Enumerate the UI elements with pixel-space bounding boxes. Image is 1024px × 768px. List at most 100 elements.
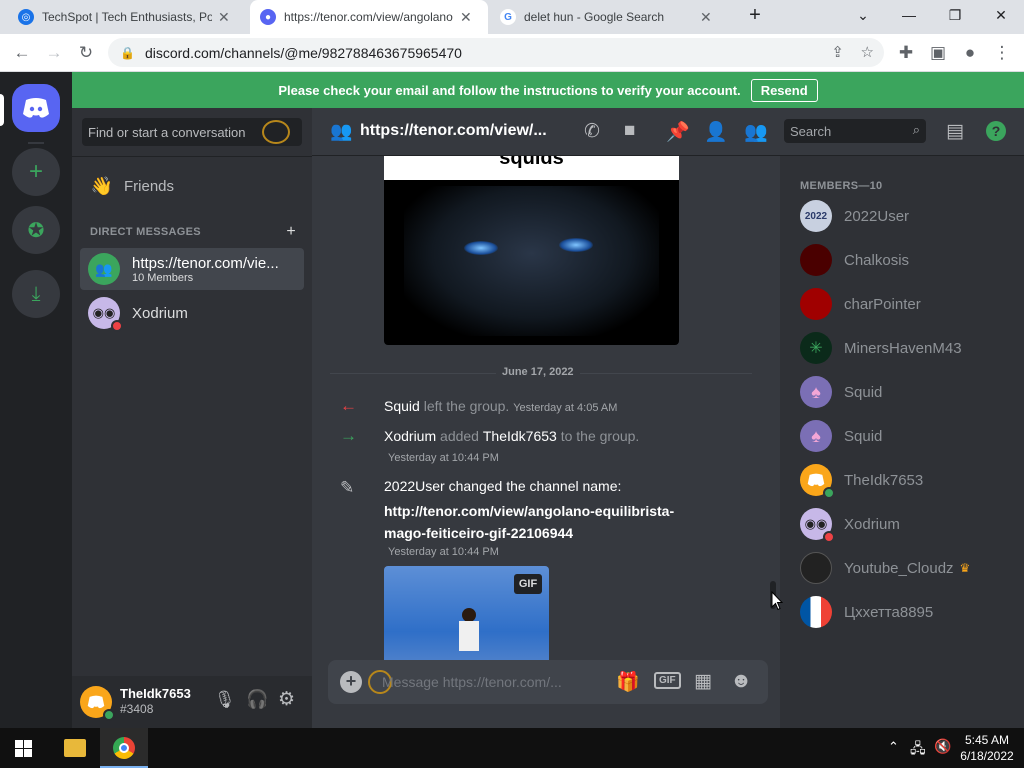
browser-tab-tenor[interactable]: ● https://tenor.com/view/angolano ✕ — [250, 0, 488, 34]
member-item[interactable]: Цхxетта8895 — [800, 592, 933, 632]
mouse-cursor-icon — [771, 591, 783, 611]
member-name: charPointer — [844, 295, 921, 313]
banner-text: Please check your email and follow the i… — [278, 82, 741, 98]
discord-home-button[interactable] — [12, 84, 60, 132]
chat-messages: squids June 17, 2022 ← Squid left the gr… — [312, 156, 780, 728]
volume-muted-icon[interactable]: 🔇 — [934, 738, 951, 755]
address-bar[interactable]: 🔒 discord.com/channels/@me/9827884636759… — [108, 38, 884, 67]
member-list: MEMBERS—10 2022 2022User Chalkosis charP… — [780, 156, 1024, 728]
windows-start-icon[interactable] — [15, 740, 32, 757]
browser-tab-google[interactable]: G delet hun - Google Search ✕ — [490, 0, 728, 34]
user-settings-gear-icon[interactable]: ⚙ — [278, 688, 295, 711]
link-line: mago-feiticeiro-gif-22106944 — [384, 525, 574, 541]
message-composer: + Message https://tenor.com/... 🎁 GIF ▦ … — [328, 660, 768, 704]
bookmark-star-icon[interactable]: ☆ — [861, 43, 874, 61]
sticker-icon[interactable]: ▦ — [694, 670, 712, 693]
group-avatar-icon: 👥 — [88, 253, 120, 285]
start-video-call-icon[interactable]: ■ — [624, 120, 635, 142]
actor-name[interactable]: Xodrium — [384, 428, 436, 444]
member-item[interactable]: TheIdk7653 — [800, 460, 923, 500]
explore-compass-icon[interactable]: ✪ — [12, 206, 60, 254]
selected-pill — [0, 94, 4, 126]
minimize-button[interactable]: — — [886, 0, 932, 30]
actor-name[interactable]: Squid — [384, 398, 420, 414]
close-tab-icon[interactable]: ✕ — [218, 9, 230, 26]
create-dm-plus-icon[interactable]: + — [286, 223, 296, 241]
gift-icon[interactable]: 🎁 — [616, 670, 640, 694]
person-body-image — [459, 621, 479, 651]
file-explorer-icon[interactable] — [64, 739, 86, 757]
forward-button[interactable]: → — [40, 40, 68, 66]
dm-member-count: 10 Members — [132, 271, 194, 284]
joined-arrow-icon: → — [340, 426, 357, 445]
upload-plus-icon[interactable]: + — [340, 671, 362, 693]
add-server-button[interactable]: + — [12, 148, 60, 196]
dnd-status-icon — [111, 320, 123, 332]
add-friends-to-dm-icon[interactable]: 👤 — [704, 120, 728, 144]
close-tab-icon[interactable]: ✕ — [460, 9, 472, 26]
help-icon[interactable]: ? — [986, 121, 1006, 141]
new-tab-button[interactable]: + — [732, 0, 778, 30]
reload-button[interactable]: ↻ — [72, 40, 100, 66]
chrome-taskbar-button[interactable] — [100, 728, 148, 768]
download-apps-icon[interactable]: ⤓ — [12, 270, 60, 318]
gif-image[interactable]: squids — [384, 156, 679, 345]
emoji-icon[interactable]: ☻ — [730, 669, 752, 693]
dm-header-label: DIRECT MESSAGES — [90, 226, 201, 238]
browser-toolbar: ← → ↻ 🔒 discord.com/channels/@me/9827884… — [0, 34, 1024, 72]
target-name[interactable]: TheIdk7653 — [483, 428, 557, 444]
avatar[interactable] — [80, 686, 115, 721]
member-item[interactable]: ♠ Squid — [800, 372, 882, 412]
friends-nav-item[interactable]: 👋 Friends — [80, 166, 304, 206]
clock[interactable]: 5:45 AM 6/18/2022 — [958, 732, 1016, 764]
chrome-menu-icon[interactable]: ⋮ — [988, 40, 1016, 66]
gif-picker-icon[interactable]: GIF — [654, 672, 681, 689]
eye-image — [464, 241, 498, 255]
member-list-icon[interactable]: 👥 — [744, 120, 768, 144]
side-panel-icon[interactable]: ▣ — [924, 40, 952, 66]
dm-name: https://tenor.com/vie... — [132, 254, 279, 272]
member-item[interactable]: ◉◉ Xodrium — [800, 504, 900, 544]
member-item[interactable]: charPointer — [800, 284, 921, 324]
browser-tab-techspot[interactable]: ◎ TechSpot | Tech Enthusiasts, Pow ✕ — [8, 0, 248, 34]
squid-avatar-icon: ♠ — [800, 376, 832, 408]
tab-title: TechSpot | Tech Enthusiasts, Pow — [42, 10, 212, 24]
system-message: Xodrium added TheIdk7653 to the group. — [384, 428, 639, 444]
back-button[interactable]: ← — [8, 40, 36, 66]
action-text: left the group. — [423, 398, 510, 414]
show-hidden-icons-chevron-icon[interactable]: ⌃ — [888, 739, 899, 755]
tab-search-chevron-icon[interactable]: ⌄ — [840, 0, 886, 30]
member-item[interactable]: ✳ MinersHavenM43 — [800, 328, 962, 368]
member-item[interactable]: Youtube_Cloudz ♛ — [800, 548, 970, 588]
avatar — [800, 464, 835, 499]
resend-button[interactable]: Resend — [750, 78, 818, 102]
search-input[interactable]: Search ⌕ — [784, 119, 926, 143]
start-voice-call-icon[interactable]: ✆ — [584, 120, 600, 143]
mute-microphone-icon[interactable]: 🎙 — [214, 690, 236, 710]
pinned-messages-icon[interactable]: 📌 — [666, 120, 690, 144]
member-item[interactable]: 2022 2022User — [800, 196, 909, 236]
profile-avatar-icon[interactable]: ● — [956, 40, 984, 66]
close-tab-icon[interactable]: ✕ — [700, 9, 712, 26]
member-item[interactable]: ♠ Squid — [800, 416, 882, 456]
discord-logo-icon — [87, 695, 105, 709]
channel-title[interactable]: https://tenor.com/view/... — [360, 122, 547, 140]
chrome-icon — [113, 737, 135, 759]
channel-name-link[interactable]: http://tenor.com/view/angolano-equilibri… — [384, 500, 674, 544]
headphones-icon[interactable]: 🎧 — [246, 689, 268, 710]
inbox-icon[interactable]: ▤ — [946, 120, 964, 143]
date-divider: June 17, 2022 — [496, 366, 580, 378]
restore-button[interactable]: ❐ — [932, 0, 978, 30]
dm-item-xodrium[interactable]: ◉◉ Xodrium — [80, 292, 304, 334]
message-input[interactable]: Message https://tenor.com/... — [382, 674, 562, 690]
share-icon[interactable]: ⇪ — [831, 43, 844, 61]
dm-item-group[interactable]: 👥 https://tenor.com/vie... 10 Members — [80, 248, 304, 290]
action-text: to the group. — [560, 428, 640, 444]
member-name: MinersHavenM43 — [844, 339, 962, 357]
gif-thumbnail[interactable]: GIF — [384, 566, 549, 660]
network-icon[interactable]: 🖧 — [910, 738, 926, 762]
actor-name[interactable]: 2022User — [384, 478, 445, 494]
close-window-button[interactable]: ✕ — [978, 0, 1024, 30]
member-item[interactable]: Chalkosis — [800, 240, 909, 280]
extensions-puzzle-icon[interactable]: ✚ — [892, 40, 920, 66]
